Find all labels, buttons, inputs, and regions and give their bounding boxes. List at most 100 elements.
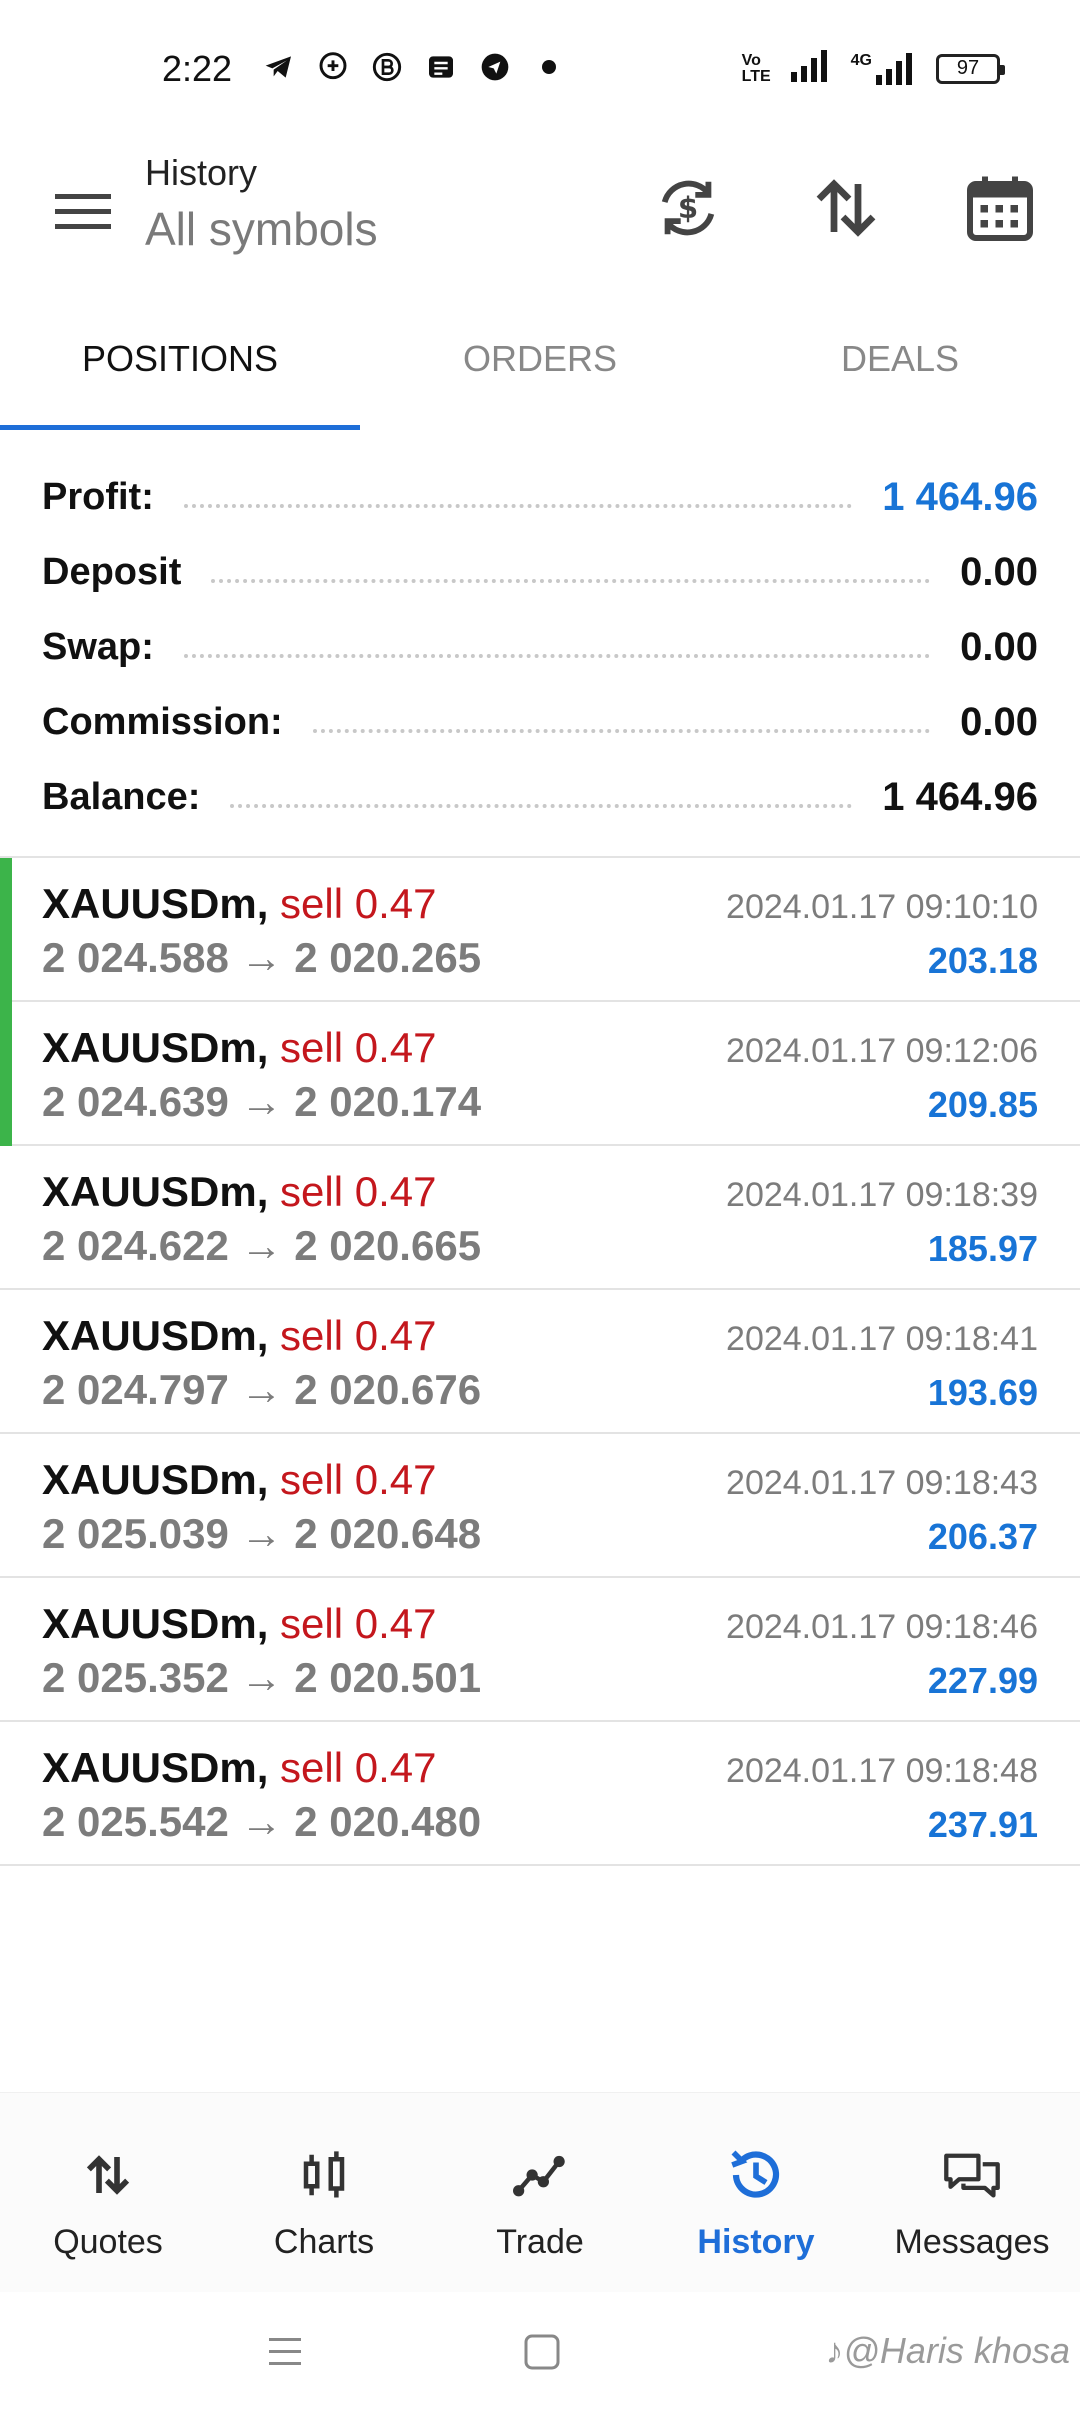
nav-label: Charts <box>273 2223 375 2261</box>
tab-orders[interactable]: ORDERS <box>360 316 720 430</box>
deal-symbol-line: XAUUSDm, sell 0.47 <box>42 1744 437 1791</box>
deal-symbol-line: XAUUSDm, sell 0.47 <box>42 880 437 927</box>
summary-row-profit: Profit: 1 464.96 <box>0 460 1080 535</box>
deal-prices: 2 025.352 → 2 020.501 <box>42 1654 481 1702</box>
watermark: ♪@Haris khosa <box>825 2330 1070 2372</box>
nav-label: Messages <box>894 2223 1050 2261</box>
vpn-shield-icon <box>478 50 512 84</box>
dotted-leader <box>312 728 931 733</box>
deal-prices: 2 024.588 → 2 020.265 <box>42 934 481 982</box>
deal-time: 2024.01.17 09:18:41 <box>726 1320 1038 1358</box>
currency-sync-button[interactable]: $ <box>648 168 728 248</box>
deal-time: 2024.01.17 09:12:06 <box>726 1032 1038 1070</box>
close-price: 2 020.676 <box>294 1366 482 1413</box>
menu-button[interactable] <box>48 176 120 248</box>
nav-trade[interactable]: Trade <box>432 2093 648 2292</box>
dotted-leader <box>183 653 931 658</box>
table-row[interactable]: XAUUSDm, sell 0.47 2 025.542 → 2 020.480… <box>0 1722 1080 1866</box>
deal-symbol: XAUUSDm <box>42 1600 257 1647</box>
system-status-icons: Vo LTE 4G 97 <box>742 50 1005 87</box>
arrow-icon: → <box>240 1798 283 1845</box>
position-marker <box>0 1002 12 1146</box>
deal-profit: 203.18 <box>927 940 1038 981</box>
summary-label: Deposit <box>42 551 182 593</box>
close-price: 2 020.501 <box>294 1654 482 1701</box>
volte-icon: Vo LTE <box>742 52 771 85</box>
sort-button[interactable] <box>806 168 886 248</box>
deal-symbol-line: XAUUSDm, sell 0.47 <box>42 1168 437 1215</box>
deal-symbol: XAUUSDm <box>42 1168 257 1215</box>
table-row[interactable]: XAUUSDm, sell 0.47 2 025.039 → 2 020.648… <box>0 1434 1080 1578</box>
summary-value: 1 464.96 <box>882 475 1038 519</box>
deal-symbol-line: XAUUSDm, sell 0.47 <box>42 1600 437 1647</box>
b-circle-icon <box>370 50 404 84</box>
deal-time: 2024.01.17 09:18:46 <box>726 1608 1038 1646</box>
quotes-arrows-icon <box>78 2145 138 2205</box>
deal-prices: 2 025.039 → 2 020.648 <box>42 1510 481 1558</box>
tab-deals[interactable]: DEALS <box>720 316 1080 430</box>
symbol-filter[interactable]: All symbols <box>145 202 378 256</box>
summary-value: 0.00 <box>960 700 1038 744</box>
history-clock-icon <box>726 2145 786 2205</box>
deal-symbol: XAUUSDm <box>42 1744 257 1791</box>
open-price: 2 024.797 <box>42 1366 229 1413</box>
arrow-icon: → <box>240 1078 283 1125</box>
summary-row-balance: Balance: 1 464.96 <box>0 760 1080 835</box>
deal-side: sell 0.47 <box>280 1456 437 1503</box>
recent-apps-button[interactable] <box>255 2332 315 2372</box>
recent-apps-icon <box>269 2338 301 2365</box>
dotted-leader <box>183 503 853 508</box>
history-tabs: POSITIONS ORDERS DEALS <box>0 316 1080 430</box>
nav-quotes[interactable]: Quotes <box>0 2093 216 2292</box>
nav-label: History <box>697 2223 815 2261</box>
arrow-icon: → <box>240 1222 283 1269</box>
deal-profit: 209.85 <box>927 1084 1038 1125</box>
trade-line-icon <box>510 2145 570 2205</box>
open-price: 2 024.639 <box>42 1078 229 1125</box>
dotted-leader <box>230 803 853 808</box>
table-row[interactable]: XAUUSDm, sell 0.47 2 024.639 → 2 020.174… <box>0 1002 1080 1146</box>
deal-symbol-line: XAUUSDm, sell 0.47 <box>42 1456 437 1503</box>
svg-text:$: $ <box>678 191 698 225</box>
deal-side: sell 0.47 <box>280 1024 437 1071</box>
close-price: 2 020.648 <box>294 1510 482 1557</box>
arrow-icon: → <box>240 1366 283 1413</box>
deal-profit: 185.97 <box>927 1228 1038 1269</box>
table-row[interactable]: XAUUSDm, sell 0.47 2 024.622 → 2 020.665… <box>0 1146 1080 1290</box>
table-row[interactable]: XAUUSDm, sell 0.47 2 024.588 → 2 020.265… <box>0 858 1080 1002</box>
page-title: History <box>145 152 258 193</box>
arrow-icon: → <box>240 1510 283 1557</box>
nav-history[interactable]: History <box>648 2093 864 2292</box>
home-square-icon <box>524 2334 560 2370</box>
nav-charts[interactable]: Charts <box>216 2093 432 2292</box>
open-price: 2 024.622 <box>42 1222 229 1269</box>
more-dot-icon <box>532 50 566 84</box>
home-button[interactable] <box>512 2332 572 2372</box>
deal-prices: 2 024.797 → 2 020.676 <box>42 1366 481 1414</box>
bottom-navigation: Quotes Charts Trade History Messages <box>0 2092 1080 2292</box>
nav-label: Quotes <box>53 2223 163 2261</box>
deal-profit: 237.91 <box>927 1804 1038 1845</box>
open-price: 2 025.542 <box>42 1798 229 1845</box>
hamburger-icon <box>55 194 111 229</box>
arrow-icon: → <box>240 934 283 981</box>
telegram-icon <box>262 50 296 84</box>
deal-side: sell 0.47 <box>280 880 437 927</box>
currency-refresh-icon: $ <box>661 180 715 236</box>
summary-value: 0.00 <box>960 550 1038 594</box>
deal-symbol: XAUUSDm <box>42 1024 257 1071</box>
sort-arrows-icon <box>816 179 876 237</box>
tab-positions[interactable]: POSITIONS <box>0 316 360 430</box>
deal-side: sell 0.47 <box>280 1744 437 1791</box>
notification-icons <box>262 50 566 84</box>
summary-row-deposit: Deposit 0.00 <box>0 535 1080 610</box>
deal-symbol: XAUUSDm <box>42 1312 257 1359</box>
deal-symbol-line: XAUUSDm, sell 0.47 <box>42 1024 437 1071</box>
calendar-button[interactable] <box>960 168 1040 248</box>
summary-panel: Profit: 1 464.96 Deposit 0.00 Swap: 0.00… <box>0 460 1080 835</box>
table-row[interactable]: XAUUSDm, sell 0.47 2 024.797 → 2 020.676… <box>0 1290 1080 1434</box>
table-row[interactable]: XAUUSDm, sell 0.47 2 025.352 → 2 020.501… <box>0 1578 1080 1722</box>
deal-side: sell 0.47 <box>280 1168 437 1215</box>
summary-label: Commission: <box>42 701 283 743</box>
nav-messages[interactable]: Messages <box>864 2093 1080 2292</box>
